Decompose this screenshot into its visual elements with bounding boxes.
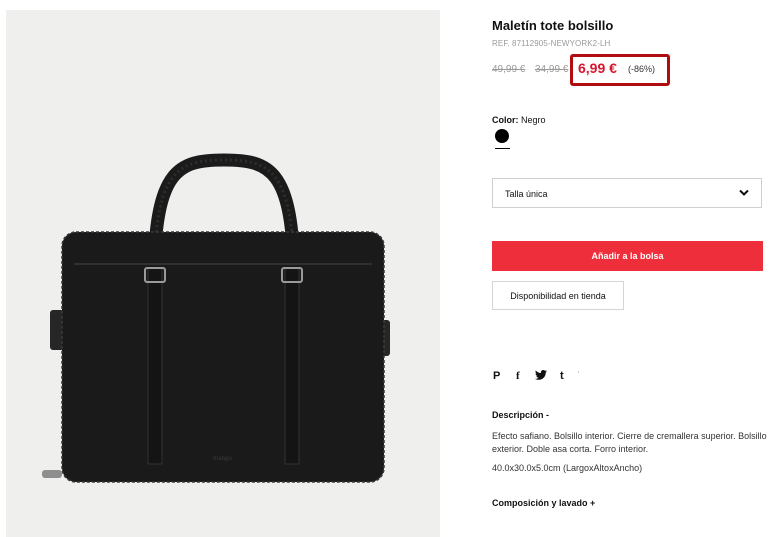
swatch-selected-indicator xyxy=(495,148,510,149)
product-ref: REF. 87112905-NEWYORK2-LH xyxy=(492,39,611,48)
twitter-icon[interactable] xyxy=(535,370,547,383)
color-label-key: Color: xyxy=(492,115,519,125)
divider-tick: ' xyxy=(578,370,580,379)
product-image[interactable]: mango xyxy=(6,10,440,537)
original-price: 49,99 € xyxy=(492,64,526,75)
sale-price: 6,99 € xyxy=(578,60,617,76)
previous-price: 34,99 € xyxy=(535,64,569,75)
description-body: Efecto safiano. Bolsillo interior. Cierr… xyxy=(492,431,767,454)
chevron-down-icon xyxy=(739,189,749,196)
product-title: Maletín tote bolsillo xyxy=(492,18,614,33)
discount-badge: (-86%) xyxy=(628,64,656,74)
pinterest-icon[interactable]: P xyxy=(493,370,500,382)
svg-text:mango: mango xyxy=(213,454,233,462)
facebook-icon[interactable]: f xyxy=(516,370,520,382)
color-swatch-negro[interactable] xyxy=(495,129,509,143)
store-availability-button[interactable]: Disponibilidad en tienda xyxy=(492,281,624,310)
size-select-value: Talla única xyxy=(505,189,548,199)
add-to-bag-button[interactable]: Añadir a la bolsa xyxy=(492,241,763,271)
bag-illustration: mango xyxy=(42,153,390,483)
tumblr-icon[interactable]: t xyxy=(560,370,564,382)
description-dimensions: 40.0x30.0x5.0cm (LargoxAltoxAncho) xyxy=(492,463,643,473)
color-value: Negro xyxy=(521,115,546,125)
size-select[interactable]: Talla única xyxy=(492,178,762,208)
composition-heading[interactable]: Composición y lavado + xyxy=(492,498,595,508)
color-label: Color: Negro xyxy=(492,115,546,125)
description-heading[interactable]: Descripción - xyxy=(492,410,549,420)
